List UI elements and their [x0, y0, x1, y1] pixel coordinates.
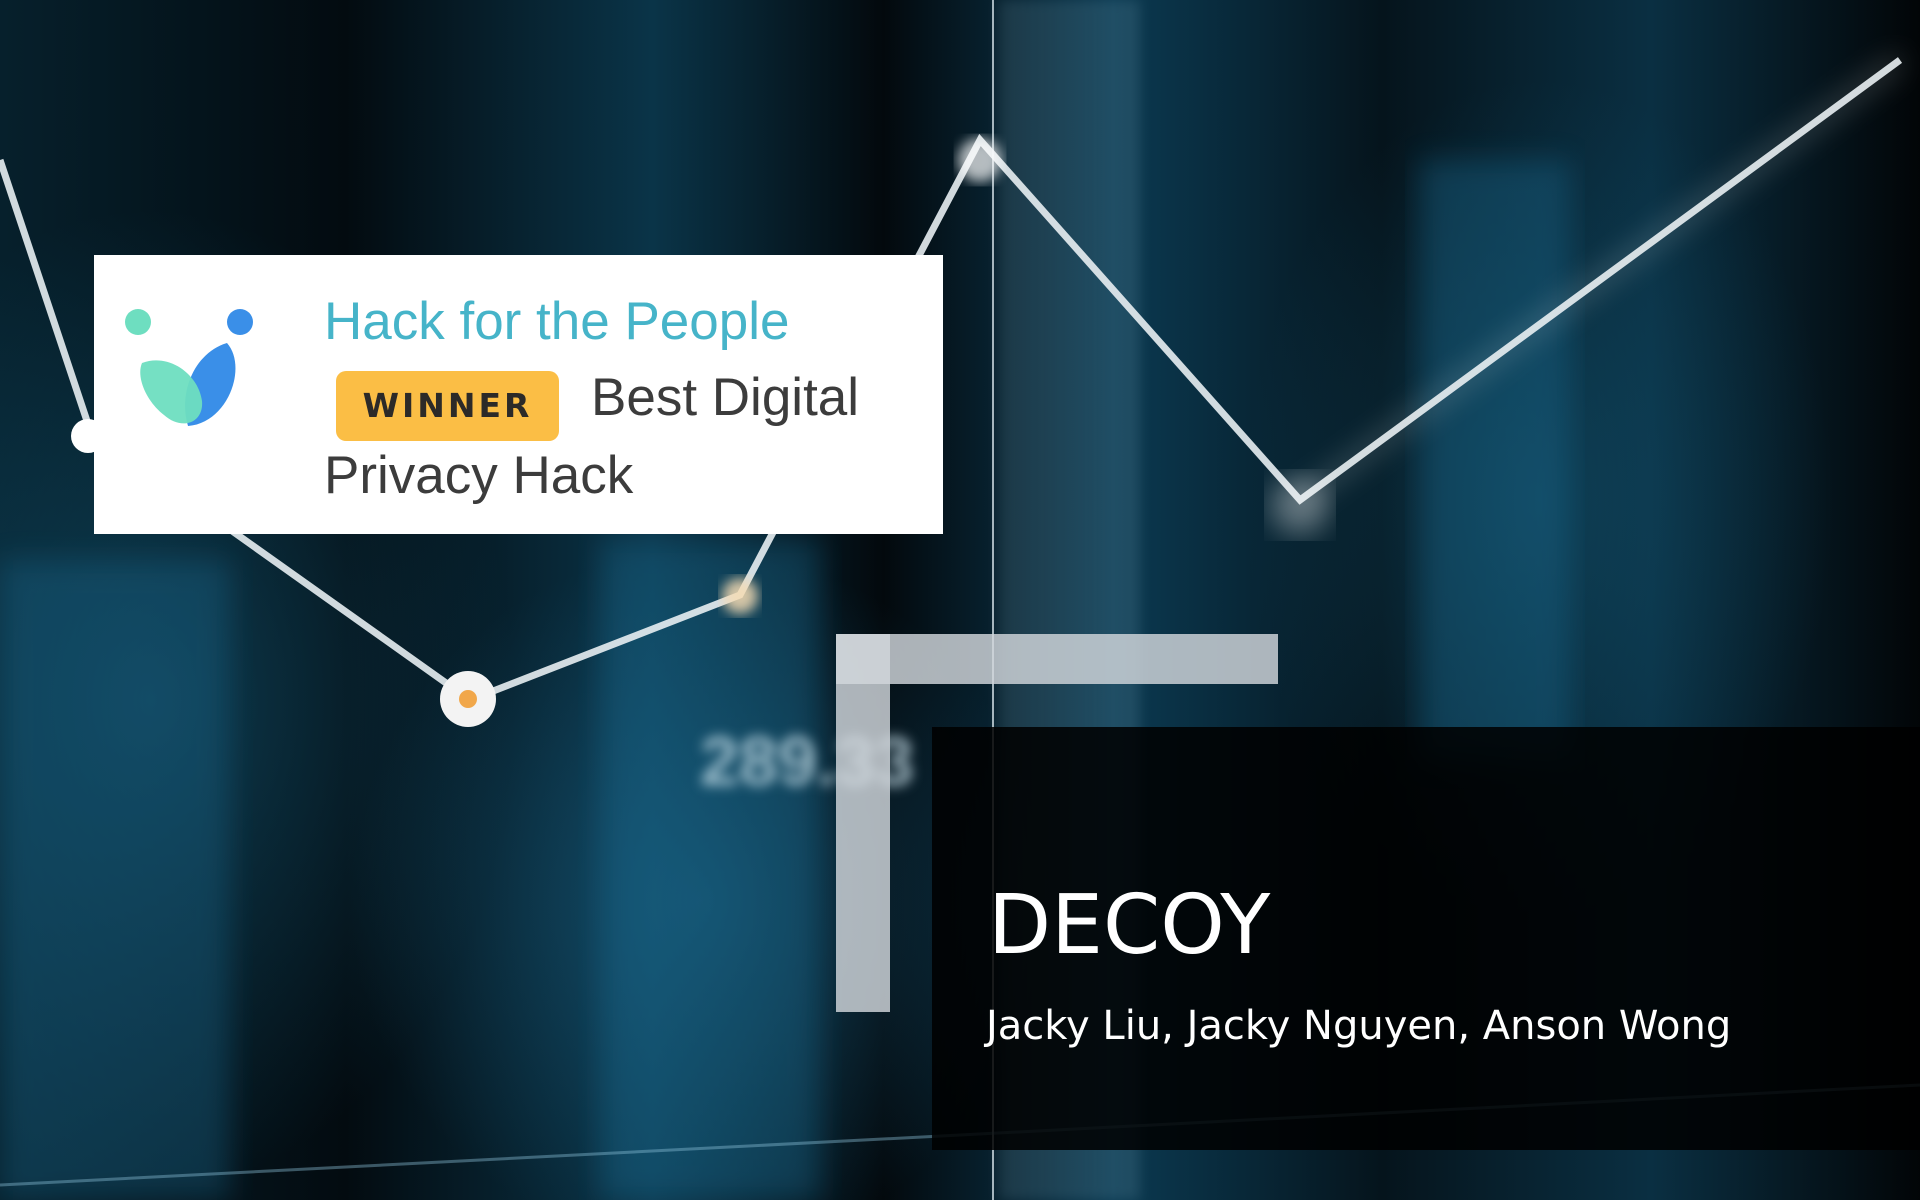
- corner-bracket-top: [836, 634, 1278, 684]
- winner-badge: WINNER: [336, 371, 559, 441]
- corner-bracket-left: [836, 634, 890, 1012]
- slide-title: DECOY: [988, 878, 1271, 973]
- award-card: Hack for the People WINNER Best Digital …: [94, 255, 943, 534]
- prize-name-line-2: Privacy Hack: [324, 446, 634, 505]
- event-name: Hack for the People: [324, 292, 790, 351]
- prize-name-line-1: Best Digital: [591, 368, 860, 427]
- hack-for-the-people-logo-icon: [125, 309, 253, 426]
- slide-authors: Jacky Liu, Jacky Nguyen, Anson Wong: [986, 1003, 1732, 1049]
